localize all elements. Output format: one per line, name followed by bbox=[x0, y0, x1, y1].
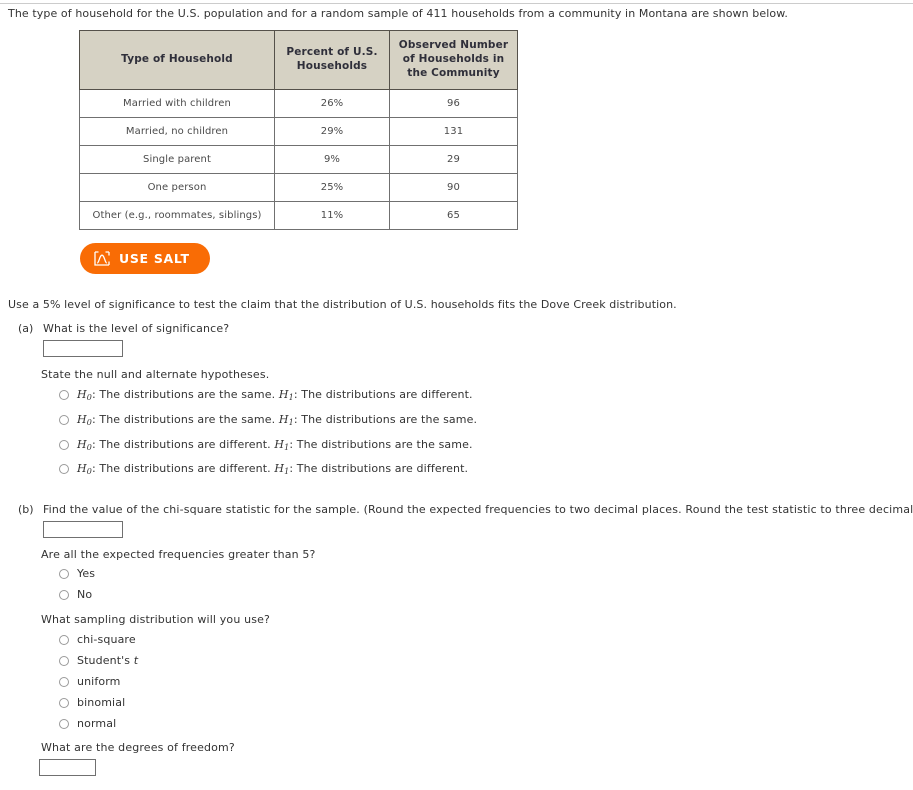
hypothesis-option-2-label: H0: The distributions are the same. H1: … bbox=[77, 413, 478, 427]
degrees-of-freedom-question: What are the degrees of freedom? bbox=[41, 741, 235, 754]
radio-button[interactable] bbox=[59, 676, 69, 687]
radio-button[interactable] bbox=[59, 390, 69, 400]
cell-percent: 29% bbox=[274, 117, 390, 146]
intro-statement: The type of household for the U.S. popul… bbox=[8, 7, 788, 20]
cell-type: One person bbox=[79, 173, 275, 202]
column-header-percent: Percent of U.S. Households bbox=[274, 30, 390, 90]
sampling-option-students-t[interactable]: Student's t bbox=[59, 654, 138, 667]
significance-statement: Use a 5% level of significance to test t… bbox=[8, 298, 677, 311]
cell-percent: 11% bbox=[274, 201, 390, 230]
part-b-label: (b) bbox=[18, 503, 34, 516]
expected-freq-option-no-label: No bbox=[77, 588, 93, 601]
sampling-option-students-t-label: Student's t bbox=[77, 654, 139, 667]
top-divider bbox=[0, 3, 913, 4]
cell-percent: 9% bbox=[274, 145, 390, 174]
hypothesis-option-4[interactable]: H0: The distributions are different. H1:… bbox=[59, 462, 468, 476]
table-row: Married with children 26% 96 bbox=[79, 89, 518, 118]
sampling-option-normal-label: normal bbox=[77, 717, 117, 730]
radio-button[interactable] bbox=[59, 440, 69, 450]
table-row: Other (e.g., roommates, siblings) 11% 65 bbox=[79, 201, 518, 230]
table-row: One person 25% 90 bbox=[79, 173, 518, 202]
hypothesis-option-2[interactable]: H0: The distributions are the same. H1: … bbox=[59, 413, 477, 427]
cell-type: Married with children bbox=[79, 89, 275, 118]
radio-button[interactable] bbox=[59, 655, 69, 666]
radio-button[interactable] bbox=[59, 415, 69, 425]
cell-type: Other (e.g., roommates, siblings) bbox=[79, 201, 275, 230]
use-salt-button[interactable]: USE SALT bbox=[80, 243, 210, 274]
cell-type: Single parent bbox=[79, 145, 275, 174]
hypotheses-prompt: State the null and alternate hypotheses. bbox=[41, 368, 270, 381]
radio-button[interactable] bbox=[59, 464, 69, 474]
degrees-of-freedom-input[interactable] bbox=[39, 759, 96, 776]
cell-observed: 65 bbox=[389, 201, 518, 230]
sampling-option-binomial-label: binomial bbox=[77, 696, 126, 709]
cell-percent: 26% bbox=[274, 89, 390, 118]
distribution-curve-icon bbox=[94, 251, 110, 266]
cell-observed: 96 bbox=[389, 89, 518, 118]
sampling-option-uniform-label: uniform bbox=[77, 675, 121, 688]
sampling-distribution-question: What sampling distribution will you use? bbox=[41, 613, 270, 626]
part-a-question: What is the level of significance? bbox=[43, 322, 230, 335]
cell-percent: 25% bbox=[274, 173, 390, 202]
table-header-row: Type of Household Percent of U.S. Househo… bbox=[79, 30, 518, 90]
part-b-question: Find the value of the chi-square statist… bbox=[43, 503, 913, 516]
hypothesis-option-1-label: H0: The distributions are the same. H1: … bbox=[77, 388, 473, 402]
sampling-option-binomial[interactable]: binomial bbox=[59, 696, 125, 709]
part-a-label: (a) bbox=[18, 322, 34, 335]
chi-square-statistic-input[interactable] bbox=[43, 521, 123, 538]
table-row: Single parent 9% 29 bbox=[79, 145, 518, 174]
cell-observed: 90 bbox=[389, 173, 518, 202]
column-header-observed: Observed Number of Households in the Commu… bbox=[389, 30, 518, 90]
hypothesis-option-1[interactable]: H0: The distributions are the same. H1: … bbox=[59, 388, 473, 402]
sampling-option-chi-square[interactable]: chi-square bbox=[59, 633, 136, 646]
radio-button[interactable] bbox=[59, 718, 69, 729]
sampling-option-chi-square-label: chi-square bbox=[77, 633, 136, 646]
expected-frequencies-question: Are all the expected frequencies greater… bbox=[41, 548, 316, 561]
expected-freq-option-yes-label: Yes bbox=[77, 567, 96, 580]
sampling-option-normal[interactable]: normal bbox=[59, 717, 116, 730]
expected-freq-option-yes[interactable]: Yes bbox=[59, 567, 95, 580]
household-data-table: Type of Household Percent of U.S. Househo… bbox=[79, 30, 518, 230]
sampling-option-uniform[interactable]: uniform bbox=[59, 675, 121, 688]
cell-observed: 29 bbox=[389, 145, 518, 174]
radio-button[interactable] bbox=[59, 697, 69, 708]
hypothesis-option-3-label: H0: The distributions are different. H1:… bbox=[77, 438, 473, 452]
use-salt-label: USE SALT bbox=[119, 251, 190, 266]
hypothesis-option-4-label: H0: The distributions are different. H1:… bbox=[77, 462, 469, 476]
column-header-type: Type of Household bbox=[79, 30, 275, 90]
radio-button[interactable] bbox=[59, 589, 69, 600]
hypothesis-option-3[interactable]: H0: The distributions are different. H1:… bbox=[59, 438, 473, 452]
radio-button[interactable] bbox=[59, 568, 69, 579]
cell-observed: 131 bbox=[389, 117, 518, 146]
radio-button[interactable] bbox=[59, 634, 69, 645]
level-of-significance-input[interactable] bbox=[43, 340, 123, 357]
table-row: Married, no children 29% 131 bbox=[79, 117, 518, 146]
cell-type: Married, no children bbox=[79, 117, 275, 146]
expected-freq-option-no[interactable]: No bbox=[59, 588, 92, 601]
